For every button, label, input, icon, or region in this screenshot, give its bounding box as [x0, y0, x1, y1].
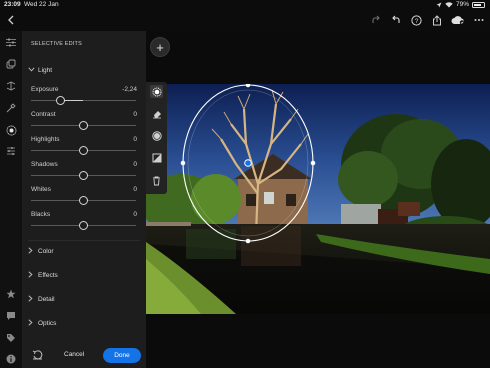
slider-value-shadows[interactable]: 0 [133, 161, 137, 168]
slider-knob[interactable] [55, 96, 65, 105]
slider-label-contrast: Contrast [31, 111, 56, 118]
slider-shadows[interactable] [31, 171, 136, 180]
add-mask-button[interactable]: + [150, 37, 170, 57]
chevron-right-icon [28, 319, 38, 328]
slider-label-shadows: Shadows [31, 161, 58, 168]
cloud-sync-icon[interactable] [450, 13, 466, 27]
versions-icon[interactable] [4, 79, 18, 93]
status-date: Wed 22 Jan [24, 1, 59, 8]
panel-title: SELECTIVE EDITS [31, 41, 82, 47]
mask-tools-palette [146, 82, 167, 194]
slider-knob[interactable] [79, 121, 88, 130]
slider-highlights[interactable] [31, 146, 136, 155]
wifi-icon [445, 1, 453, 7]
comment-icon[interactable] [4, 309, 18, 323]
battery-percent: 79% [455, 1, 469, 8]
reset-icon[interactable] [31, 350, 43, 362]
slider-label-highlights: Highlights [31, 136, 60, 143]
chevron-right-icon [28, 295, 38, 304]
section-label: Optics [38, 320, 57, 327]
selective-edits-icon[interactable] [4, 123, 18, 137]
landscape-photo [146, 84, 490, 314]
selective-edits-panel: SELECTIVE EDITS Light Exposure -2,24 Contr… [22, 31, 146, 368]
slider-value-exposure[interactable]: -2,24 [122, 86, 137, 93]
slider-knob[interactable] [79, 221, 88, 230]
radial-gradient-icon[interactable] [150, 85, 163, 98]
section-optics[interactable]: Optics [28, 319, 56, 328]
done-button[interactable]: Done [103, 348, 141, 363]
location-icon [436, 2, 442, 7]
section-color[interactable]: Color [28, 247, 54, 256]
slider-knob[interactable] [79, 146, 88, 155]
slider-label-exposure: Exposure [31, 86, 59, 93]
slider-contrast[interactable] [31, 121, 136, 130]
slider-knob[interactable] [79, 171, 88, 180]
panel-footer: Cancel Done [22, 343, 146, 368]
slider-value-contrast[interactable]: 0 [133, 111, 137, 118]
slider-value-blacks[interactable]: 0 [133, 211, 137, 218]
section-label: Effects [38, 272, 58, 279]
battery-icon [472, 1, 485, 8]
section-effects[interactable]: Effects [28, 271, 58, 280]
info-icon[interactable] [4, 352, 18, 366]
more-icon[interactable] [472, 13, 486, 27]
slider-exposure[interactable] [31, 96, 136, 105]
slider-whites[interactable] [31, 196, 136, 205]
chevron-right-icon [28, 271, 38, 280]
status-bar: 23:09 Wed 22 Jan 79% [0, 0, 490, 10]
share-icon[interactable] [430, 13, 444, 27]
masking-icon[interactable] [4, 144, 18, 158]
section-label: Detail [38, 296, 55, 303]
tag-icon[interactable] [4, 331, 18, 345]
help-icon[interactable]: ? [409, 13, 423, 27]
slider-value-whites[interactable]: 0 [133, 186, 137, 193]
eraser-icon[interactable] [150, 107, 163, 120]
photo[interactable] [146, 84, 490, 314]
svg-text:?: ? [414, 17, 418, 24]
status-time: 23:09 [4, 1, 21, 8]
section-light-label: Light [38, 67, 53, 74]
back-icon[interactable] [4, 13, 18, 27]
invert-icon[interactable] [150, 151, 163, 164]
chevron-right-icon [28, 247, 38, 256]
slider-label-blacks: Blacks [31, 211, 51, 218]
section-light[interactable]: Light [28, 67, 52, 74]
healing-icon[interactable] [4, 101, 18, 115]
redo-icon[interactable] [369, 13, 383, 27]
delete-icon[interactable] [150, 174, 163, 187]
section-label: Color [38, 248, 54, 255]
star-icon[interactable] [4, 287, 18, 301]
slider-value-highlights[interactable]: 0 [133, 136, 137, 143]
sliders-icon[interactable] [4, 35, 18, 49]
photo-canvas[interactable]: + [146, 31, 490, 368]
slider-blacks[interactable] [31, 221, 136, 230]
mask-overlay-icon[interactable] [150, 129, 163, 142]
status-indicators: 79% [436, 1, 485, 8]
slider-label-whites: Whites [31, 186, 51, 193]
section-detail[interactable]: Detail [28, 295, 55, 304]
chevron-down-icon [28, 67, 38, 74]
cancel-button[interactable]: Cancel [64, 351, 84, 358]
left-tool-rail [0, 31, 22, 368]
undo-icon[interactable] [389, 13, 403, 27]
top-toolbar: ? [0, 10, 490, 31]
divider [28, 240, 140, 241]
slider-knob[interactable] [79, 196, 88, 205]
presets-icon[interactable] [4, 57, 18, 71]
